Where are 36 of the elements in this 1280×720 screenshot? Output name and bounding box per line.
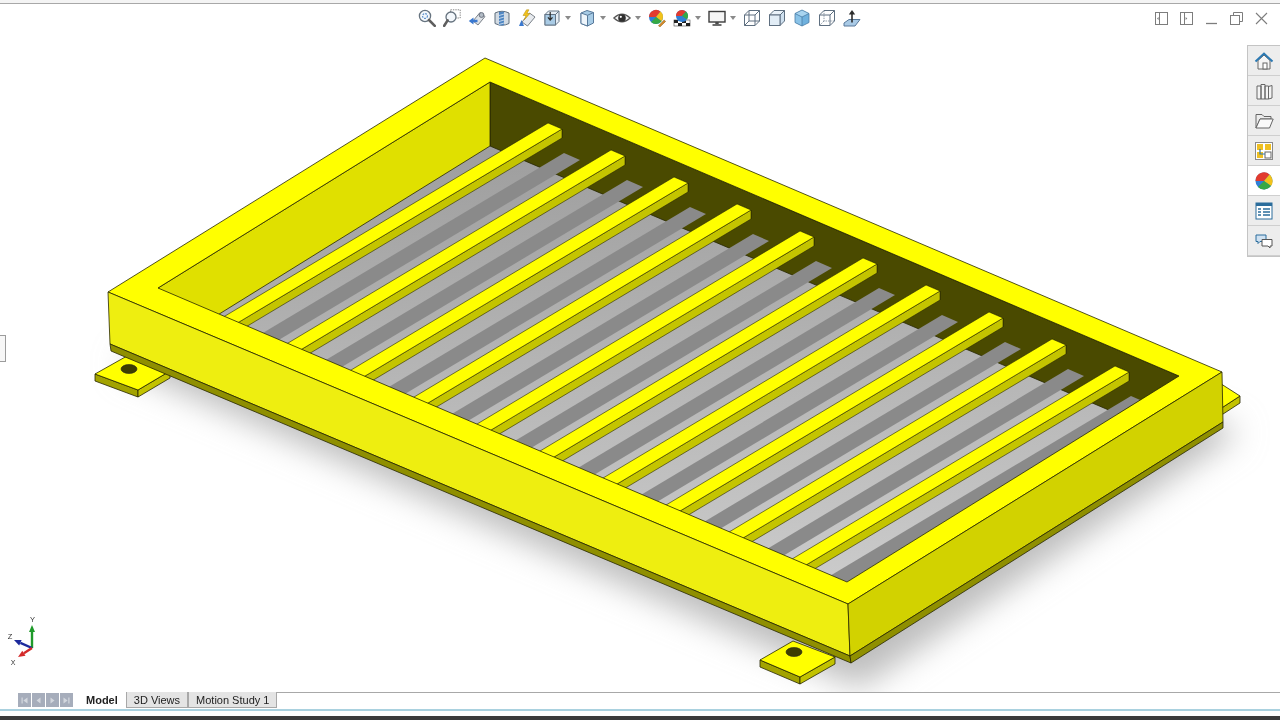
solid-cube-icon[interactable]: [768, 9, 786, 27]
section-cylinder-icon[interactable]: [493, 9, 511, 27]
color-ball-checker-icon[interactable]: [673, 9, 691, 27]
caret-icon[interactable]: [695, 16, 701, 20]
caret-icon[interactable]: [565, 16, 571, 20]
cube-arrow-icon[interactable]: [543, 9, 561, 27]
camera-arrow-icon[interactable]: [468, 9, 486, 27]
panel-right-icon[interactable]: [1180, 12, 1193, 25]
zoom-to-fit-icon[interactable]: [418, 9, 436, 27]
restore-icon[interactable]: [1230, 12, 1243, 25]
document-tab[interactable]: Motion Study 1: [188, 692, 278, 708]
caret-icon[interactable]: [600, 16, 606, 20]
skip-end-icon: [63, 696, 70, 704]
caret-icon[interactable]: [730, 16, 736, 20]
arrow-on-plane-icon[interactable]: [843, 9, 861, 27]
color-ball-pencil-icon[interactable]: [648, 9, 666, 27]
color-ball-icon: [1254, 170, 1274, 191]
task-pane-tab[interactable]: [1248, 166, 1280, 196]
shaded-cube-icon[interactable]: [793, 9, 811, 27]
skip-start-icon: [21, 696, 28, 704]
home-icon: [1254, 50, 1274, 71]
triangle-right-icon: [49, 696, 56, 704]
triangle-left-icon: [35, 696, 42, 704]
wireframe-cube-icon[interactable]: [743, 9, 761, 27]
zoom-to-area-icon[interactable]: [443, 9, 461, 27]
shaded-box-icon[interactable]: [578, 9, 596, 27]
dashed-cube-icon[interactable]: [818, 9, 836, 27]
lightning-tile-icon[interactable]: [518, 9, 536, 27]
panel-left-icon[interactable]: [1155, 12, 1168, 25]
caret-icon[interactable]: [635, 16, 641, 20]
document-tab[interactable]: 3D Views: [125, 692, 189, 708]
tile-grid-icon: [1254, 140, 1274, 161]
monitor-icon[interactable]: [708, 9, 726, 27]
panel-handle[interactable]: [0, 335, 6, 362]
close-icon[interactable]: [1255, 12, 1268, 25]
list-icon: [1254, 200, 1274, 221]
